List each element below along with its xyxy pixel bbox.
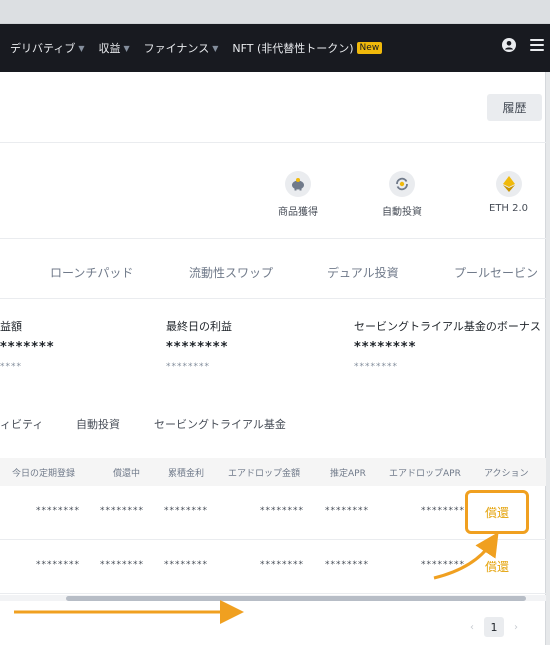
- redeem-pointer-arrow: [433, 531, 499, 580]
- annotation-overlay: [14, 531, 499, 624]
